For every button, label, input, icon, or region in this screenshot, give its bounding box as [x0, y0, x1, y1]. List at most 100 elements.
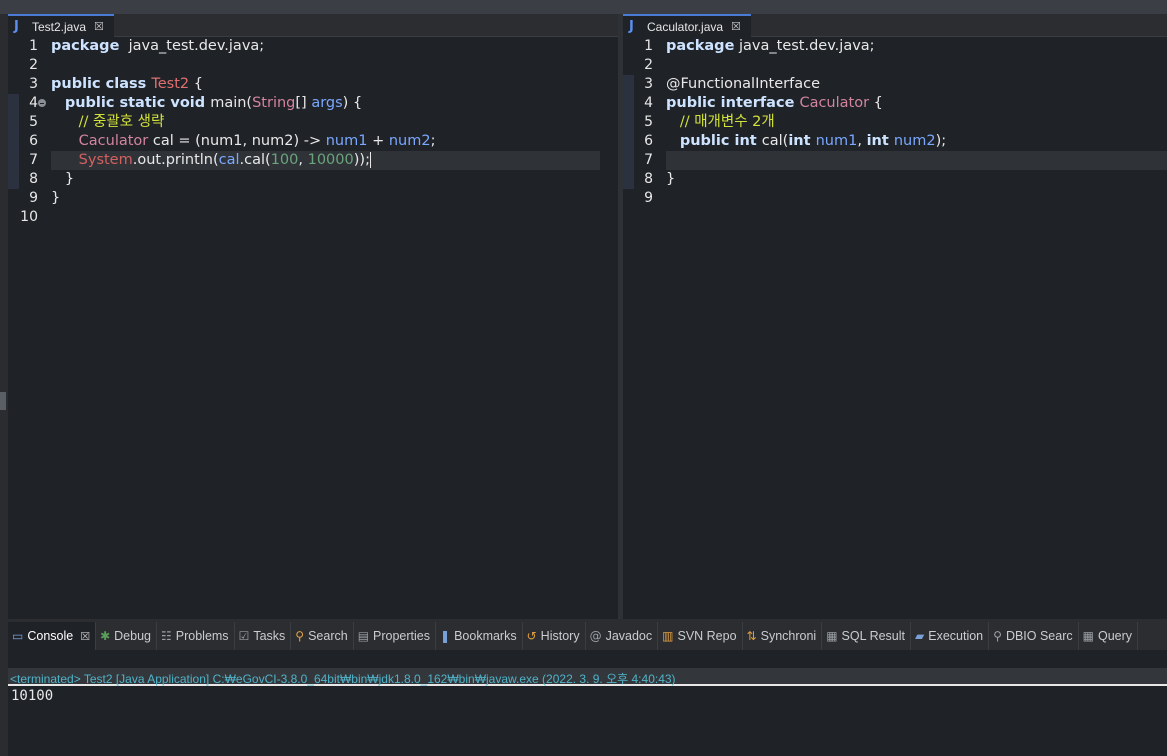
code-line[interactable]: 8 }: [8, 170, 620, 189]
tab-svn-repo[interactable]: ▥ SVN Repo: [658, 622, 743, 650]
code-line[interactable]: 2: [8, 56, 620, 75]
close-icon[interactable]: ☒: [731, 20, 741, 33]
code-text: }: [51, 171, 75, 187]
tab-query[interactable]: ▦ Query: [1079, 622, 1139, 650]
line-number: 4: [29, 95, 38, 111]
line-number: 1: [644, 38, 653, 54]
fold-collapse-icon[interactable]: [38, 99, 46, 107]
view-tab-label: SVN Repo: [677, 629, 737, 643]
bug-icon: ✱: [100, 629, 111, 643]
tab-console[interactable]: ▭ Console ☒: [8, 622, 97, 650]
code-text: }: [51, 190, 61, 206]
code-line[interactable]: 7 System.out.println(cal.cal(100, 10000)…: [8, 151, 620, 170]
line-number: 2: [29, 57, 38, 73]
line-number: 8: [29, 171, 38, 187]
code-text: // 매개변수 2개: [679, 114, 775, 130]
code-line[interactable]: 7: [623, 151, 1167, 170]
query-icon: ▦: [1082, 629, 1094, 643]
code-line[interactable]: 1 package java_test.dev.java;: [8, 37, 620, 56]
view-tab-label: Search: [308, 629, 348, 643]
view-tab-label: Javadoc: [605, 629, 653, 643]
java-file-icon: J: [14, 19, 19, 34]
line-number: 5: [644, 114, 653, 130]
javadoc-icon: @: [589, 629, 602, 643]
line-number: 3: [644, 76, 653, 92]
editor-tabbar: J Caculator.java ☒: [623, 14, 1167, 37]
tab-bookmarks[interactable]: ❚ Bookmarks: [436, 622, 523, 650]
synchronize-icon: ⇅: [746, 629, 757, 643]
tab-sql-result[interactable]: ▦ SQL Result: [822, 622, 911, 650]
code-text: package java_test.dev.java;: [51, 38, 265, 54]
tab-tasks[interactable]: ☑ Tasks: [235, 622, 292, 650]
close-icon[interactable]: ☒: [94, 20, 104, 33]
code-text: public static void main(String[] args) {: [64, 95, 363, 111]
code-line[interactable]: 9: [623, 189, 1167, 208]
code-line[interactable]: 3 @FunctionalInterface: [623, 75, 1167, 94]
tab-synchroni[interactable]: ⇅ Synchroni: [743, 622, 823, 650]
trim-marker: [0, 392, 6, 410]
problems-icon: ☷: [161, 629, 172, 643]
code-line[interactable]: 6 Caculator cal = (num1, num2) -> num1 +…: [8, 132, 620, 151]
code-line[interactable]: 6 public int cal(int num1, int num2);: [623, 132, 1167, 151]
line-number: 10: [20, 209, 38, 225]
tab-history[interactable]: ↺ History: [523, 622, 586, 650]
tasks-icon: ☑: [238, 629, 250, 643]
java-file-icon: J: [629, 19, 634, 34]
line-number: 7: [644, 152, 653, 168]
code-text: @FunctionalInterface: [666, 76, 821, 92]
tab-caculator-java[interactable]: J Caculator.java ☒: [623, 14, 751, 37]
search-icon: ⚲: [295, 629, 305, 643]
execution-icon: ▰: [915, 629, 925, 643]
code-line[interactable]: 1 package java_test.dev.java;: [623, 37, 1167, 56]
tab-javadoc[interactable]: @ Javadoc: [586, 622, 659, 650]
code-line[interactable]: 10: [8, 208, 620, 227]
bookmark-icon: ❚: [440, 629, 451, 643]
editor-caculator[interactable]: J Caculator.java ☒ 1 package java_test.de…: [623, 14, 1167, 619]
window-top-strip: [0, 0, 1167, 14]
line-number: 9: [644, 190, 653, 206]
code-area[interactable]: 1 package java_test.dev.java; 2 3 @Functiona…: [623, 37, 1167, 619]
left-trim: t: [0, 14, 8, 756]
tab-debug[interactable]: ✱ Debug: [96, 622, 157, 650]
console-output[interactable]: 10100: [11, 688, 53, 704]
editor-test2[interactable]: J Test2.java ☒ 1 package java_test.dev.ja…: [8, 14, 620, 619]
code-text: public int cal(int num1, int num2);: [679, 133, 947, 149]
tab-problems[interactable]: ☷ Problems: [157, 622, 235, 650]
code-line[interactable]: 5 // 중괄호 생략: [8, 113, 620, 132]
tab-execution[interactable]: ▰ Execution: [911, 622, 990, 650]
tab-dbio-searc[interactable]: ⚲ DBIO Searc: [989, 622, 1079, 650]
console-status: <terminated> Test2 [Java Application] C:…: [10, 672, 676, 686]
code-text: System.out.println(cal.cal(100, 10000));: [78, 152, 371, 168]
code-text: }: [666, 171, 676, 187]
editor-tabbar: J Test2.java ☒: [8, 14, 620, 37]
line-number: 2: [644, 57, 653, 73]
tab-search[interactable]: ⚲ Search: [291, 622, 354, 650]
code-text: package java_test.dev.java;: [666, 38, 875, 54]
line-number: 6: [29, 133, 38, 149]
tab-test2-java[interactable]: J Test2.java ☒: [8, 14, 114, 37]
line-number: 1: [29, 38, 38, 54]
code-line[interactable]: 8}: [623, 170, 1167, 189]
line-number: 8: [644, 171, 653, 187]
code-line[interactable]: 4 public interface Caculator {: [623, 94, 1167, 113]
close-icon[interactable]: ☒: [80, 630, 90, 643]
view-tab-label: Bookmarks: [454, 629, 517, 643]
svn-repo-icon: ▥: [662, 629, 674, 643]
code-line[interactable]: 3 public class Test2 {: [8, 75, 620, 94]
tab-properties[interactable]: ▤ Properties: [354, 622, 437, 650]
code-line[interactable]: 2: [623, 56, 1167, 75]
code-line[interactable]: 5 // 매개변수 2개: [623, 113, 1167, 132]
code-area[interactable]: 1 package java_test.dev.java; 2 3 public cla…: [8, 37, 620, 619]
view-tab-label: Problems: [175, 629, 229, 643]
code-line[interactable]: 9}: [8, 189, 620, 208]
view-tab-label: Debug: [114, 629, 151, 643]
view-tab-label: SQL Result: [841, 629, 905, 643]
code-text: public interface Caculator {: [666, 95, 883, 111]
code-line[interactable]: 4 public static void main(String[] args)…: [8, 94, 620, 113]
line-number: 5: [29, 114, 38, 130]
view-tab-label: Query: [1097, 629, 1133, 643]
view-tab-label: DBIO Searc: [1005, 629, 1073, 643]
console-status-bar: <terminated> Test2 [Java Application] C:…: [8, 668, 1167, 686]
view-tab-label: Execution: [928, 629, 984, 643]
history-icon: ↺: [526, 629, 537, 643]
